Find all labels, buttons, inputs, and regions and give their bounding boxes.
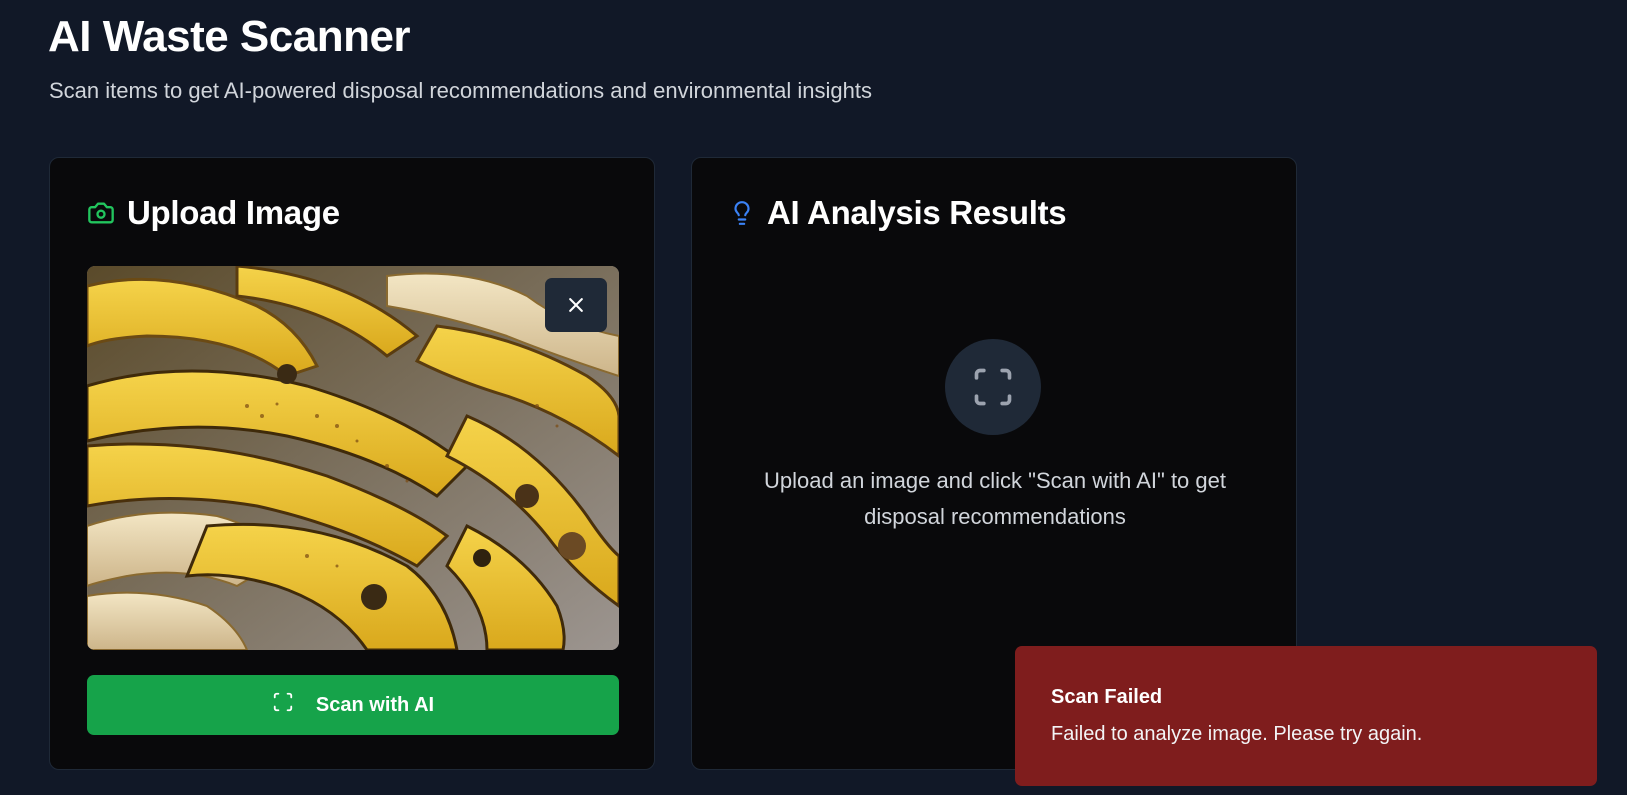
toast-message: Failed to analyze image. Please try agai… — [1051, 723, 1423, 745]
remove-image-button[interactable] — [545, 278, 607, 332]
camera-icon — [87, 199, 115, 227]
results-card-header: AI Analysis Results — [729, 194, 1067, 232]
page-title: AI Waste Scanner — [48, 12, 411, 61]
empty-state-message: Upload an image and click "Scan with AI"… — [764, 468, 1226, 529]
results-card-title: AI Analysis Results — [767, 194, 1067, 231]
page-subtitle: Scan items to get AI-powered disposal re… — [49, 78, 873, 103]
scan-button-label: Scan with AI — [315, 693, 435, 716]
lightbulb-icon — [729, 198, 755, 228]
scan-icon — [945, 339, 1041, 435]
scan-with-ai-button[interactable]: Scan with AI — [87, 675, 619, 735]
uploaded-image-preview — [87, 266, 619, 650]
error-toast[interactable]: Scan Failed Failed to analyze image. Ple… — [1015, 646, 1597, 786]
upload-card-header: Upload Image — [87, 194, 340, 232]
toast-title: Scan Failed — [1051, 686, 1163, 708]
close-icon — [566, 295, 586, 315]
upload-card-title: Upload Image — [127, 194, 340, 231]
scan-icon — [272, 691, 294, 719]
upload-card: Upload Image Scan with AI — [49, 157, 655, 770]
